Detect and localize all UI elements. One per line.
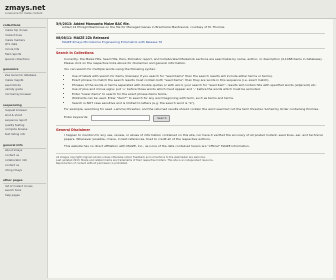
sidebar-heading: genomics [3, 65, 46, 74]
search-intro: Currently, the Maize Hits, Seed Hits, Ea… [64, 57, 323, 65]
footer-text: Reproduction of content without permissi… [56, 162, 128, 166]
sidebar-link[interactable]: help pages [3, 193, 46, 198]
sidebar-section: other pages list of mutant clones search… [3, 176, 46, 199]
sidebar-heading: collections [3, 20, 46, 29]
search-input[interactable] [91, 115, 151, 122]
search-button[interactable]: Search [153, 114, 171, 122]
page: zmays.net a resource for maize content c… [0, 0, 336, 280]
section-title: General Disclaimer [56, 127, 91, 132]
divider [56, 33, 325, 35]
disclaimer-text: This website has no direct affiliation w… [64, 143, 250, 148]
divider [56, 124, 325, 126]
main-content: 5/9/2013: Added Monsanto Maize BAC file.… [47, 19, 333, 278]
list-item: Search is NOT case sensitive and is limi… [72, 101, 325, 106]
search-form: Enter keywords: Search [64, 114, 325, 122]
sidebar-nav: collections maize hip clones mutant line… [3, 20, 46, 201]
sidebar-heading: other pages [3, 176, 46, 184]
footer-divider [56, 152, 325, 154]
sidebar-link[interactable]: text listing info [3, 132, 46, 137]
search-label: Enter keywords: [64, 115, 89, 120]
news-text: Added 14 PhragmItesClones on the file fo… [62, 25, 225, 30]
section-title: Search in Collections [56, 51, 94, 56]
site-tagline: a resource for maize content [5, 12, 43, 15]
sidebar-link[interactable]: microarray browser [3, 92, 46, 97]
sidebar-link[interactable]: citing zmays [3, 168, 46, 173]
sidebar-section: genomics Zea Genomic database maize mapd… [3, 65, 46, 97]
divider [56, 48, 325, 50]
sidebar-heading: sequencing [3, 100, 46, 109]
sidebar-link[interactable]: special collections [3, 57, 46, 62]
disclaimer-text: I happen to mention for any use, review,… [64, 133, 323, 142]
sidebar-heading: general info [3, 140, 46, 149]
sidebar-section: collections maize hip clones mutant line… [3, 20, 46, 62]
news-link[interactable]: MAIZE Zmays Microbiome Engineering Entom… [56, 40, 325, 45]
site-logo[interactable]: zmays.net [5, 4, 45, 12]
search-rules: Use of labels with search for items /low… [66, 74, 325, 106]
search-example: For example, searching for seed +ammo/-t… [64, 106, 320, 111]
footer: All images copyright original owners unl… [56, 156, 325, 166]
sidebar-section: sequencing request browser shot & shoot … [3, 100, 46, 137]
search-syntax: You can search for multiple words using … [64, 67, 156, 72]
sidebar-section: general info about zmays contact us coll… [3, 140, 46, 172]
